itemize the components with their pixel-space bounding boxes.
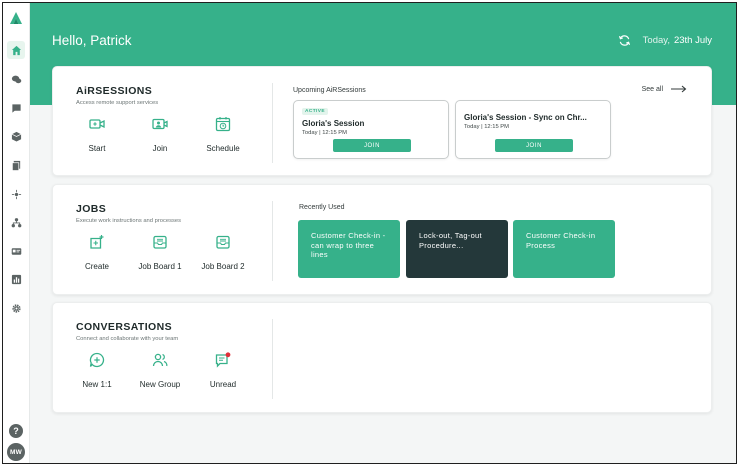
- recently-used-title: Recently Used: [299, 204, 345, 211]
- avatar[interactable]: MW: [7, 443, 25, 461]
- jobs-card: JOBS Execute work instructions and proce…: [52, 184, 712, 295]
- calendar-clock-icon: [215, 117, 231, 132]
- message-icon: [11, 103, 21, 113]
- session-name: Gloria's Session: [302, 119, 365, 128]
- join-session-button[interactable]: Join: [130, 116, 190, 153]
- schedule-session-label: Schedule: [206, 144, 240, 153]
- recent-job-tile[interactable]: Customer Check-in Process: [513, 220, 615, 278]
- session-time: Today | 12:15 PM: [302, 130, 348, 136]
- session-card[interactable]: Gloria's Session - Sync on Chr... Today …: [455, 100, 611, 159]
- see-all-link[interactable]: See all: [642, 85, 687, 93]
- sidebar-item-documents[interactable]: [7, 156, 25, 174]
- home-icon: [11, 45, 21, 55]
- section-divider: [272, 83, 273, 163]
- copy-icon: [11, 160, 20, 171]
- app-logo-icon[interactable]: [8, 10, 24, 26]
- new-group-button[interactable]: New Group: [130, 352, 190, 389]
- refresh-icon[interactable]: [618, 34, 631, 47]
- date-display: Today, 23th July: [618, 34, 712, 47]
- job-board-2-button[interactable]: Job Board 2: [193, 234, 253, 271]
- sidebar-item-chats[interactable]: [7, 70, 25, 88]
- jobs-subtitle: Execute work instructions and processes: [76, 218, 182, 224]
- inbox-icon: [153, 235, 167, 249]
- new-1-1-button[interactable]: New 1:1: [67, 352, 127, 389]
- see-all-label: See all: [641, 85, 663, 93]
- airsessions-title: AiRSESSIONS: [76, 85, 153, 97]
- conversations-subtitle: Connect and collaborate with your team: [76, 336, 179, 342]
- session-name: Gloria's Session - Sync on Chr...: [464, 113, 587, 122]
- unread-button[interactable]: Unread: [193, 352, 253, 389]
- jobs-title: JOBS: [76, 203, 107, 215]
- airsessions-card: AiRSESSIONS Access remote support servic…: [52, 66, 712, 176]
- chat-bubbles-icon: [11, 75, 21, 83]
- inbox-icon: [216, 235, 230, 249]
- greeting: Hello, Patrick: [52, 33, 132, 48]
- video-user-icon: [152, 118, 168, 130]
- airsessions-subtitle: Access remote support services: [76, 100, 159, 106]
- create-job-label: Create: [84, 262, 109, 271]
- app-window: ? MW Hello, Patrick Today, 23th July AiR…: [2, 2, 737, 464]
- session-card[interactable]: ACTIVE Gloria's Session Today | 12:15 PM…: [293, 100, 449, 159]
- date-value: 23th July: [673, 35, 712, 46]
- conversations-title: CONVERSATIONS: [76, 321, 173, 333]
- status-badge: ACTIVE: [302, 108, 328, 115]
- join-button[interactable]: JOIN: [333, 139, 411, 152]
- unread-label: Unread: [209, 380, 237, 389]
- sidebar-item-hierarchy[interactable]: [7, 213, 25, 231]
- sidebar-item-home[interactable]: [7, 41, 25, 59]
- date-prefix: Today,: [642, 35, 670, 46]
- arrow-right-icon: [671, 85, 687, 93]
- sidebar-item-messages[interactable]: [7, 99, 25, 117]
- schedule-session-button[interactable]: Schedule: [193, 116, 253, 153]
- job-board-1-label: Job Board 1: [138, 262, 182, 271]
- job-board-1-button[interactable]: Job Board 1: [130, 234, 190, 271]
- network-node-icon: [11, 189, 21, 199]
- start-session-button[interactable]: Start: [67, 116, 127, 153]
- start-session-label: Start: [88, 144, 106, 153]
- help-icon[interactable]: ?: [9, 424, 23, 438]
- upcoming-title: Upcoming AiRSessions: [293, 87, 366, 94]
- hierarchy-icon: [11, 217, 21, 227]
- chat-plus-icon: [89, 352, 105, 368]
- new-group-label: New Group: [139, 380, 181, 389]
- job-board-2-label: Job Board 2: [201, 262, 245, 271]
- bar-chart-icon: [11, 274, 21, 284]
- sidebar: ? MW: [3, 3, 30, 463]
- section-divider: [272, 319, 273, 399]
- create-job-button[interactable]: Create: [67, 234, 127, 271]
- group-icon: [152, 353, 168, 367]
- sidebar-item-network[interactable]: [7, 185, 25, 203]
- new-1-1-label: New 1:1: [82, 380, 112, 389]
- sidebar-item-contacts[interactable]: [7, 242, 25, 260]
- section-divider: [272, 201, 273, 281]
- box-icon: [11, 131, 21, 142]
- unread-message-icon: [215, 352, 231, 368]
- session-time: Today | 12:15 PM: [464, 124, 510, 130]
- recent-job-tile[interactable]: Lock-out, Tag-out Procedure...: [406, 220, 508, 278]
- sidebar-item-packages[interactable]: [7, 127, 25, 145]
- join-button[interactable]: JOIN: [495, 139, 573, 152]
- conversations-card: CONVERSATIONS Connect and collaborate wi…: [52, 302, 712, 413]
- create-job-icon: [90, 235, 104, 249]
- id-card-icon: [11, 247, 21, 255]
- sidebar-item-analytics[interactable]: [7, 270, 25, 288]
- sidebar-item-settings[interactable]: [7, 299, 25, 317]
- video-icon: [89, 119, 105, 129]
- join-session-label: Join: [152, 144, 168, 153]
- gear-icon: [11, 303, 21, 313]
- recent-job-tile[interactable]: Customer Check-in - can wrap to three li…: [298, 220, 400, 278]
